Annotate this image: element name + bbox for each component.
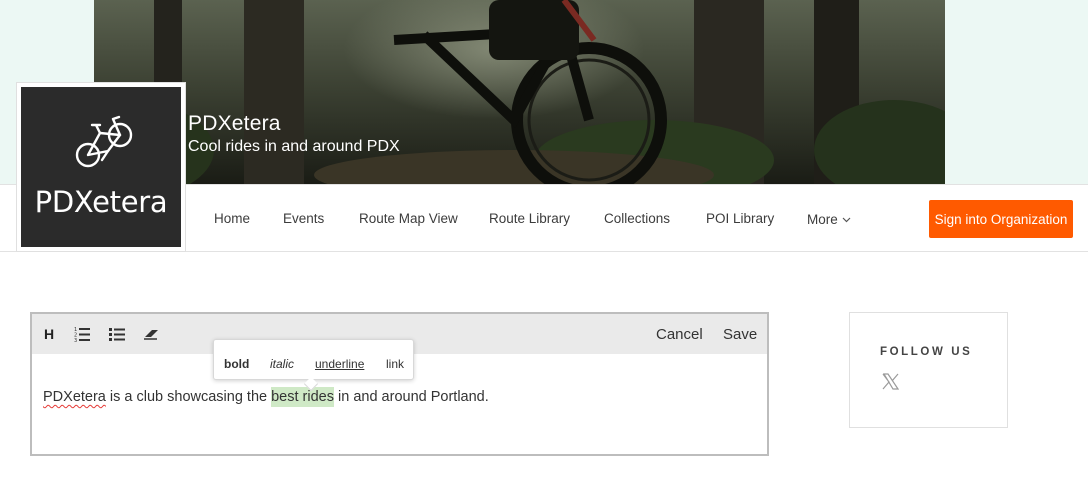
logo-background: PDXetera (21, 87, 181, 247)
misspelled-word: PDXetera (43, 389, 106, 405)
content-text-before: is a club showcasing the (105, 389, 272, 405)
org-logo[interactable]: PDXetera (16, 82, 186, 252)
format-underline-button[interactable]: underline (315, 357, 364, 371)
follow-us-title: FOLLOW US (880, 346, 973, 358)
format-italic-button[interactable]: italic (270, 357, 294, 371)
svg-text:3: 3 (74, 338, 77, 342)
nav-collections[interactable]: Collections (604, 211, 670, 226)
chevron-down-icon (842, 211, 851, 226)
sign-into-organization-button[interactable]: Sign into Organization (929, 200, 1073, 238)
follow-us-card: FOLLOW US (849, 312, 1008, 428)
nav-more-label: More (807, 212, 838, 227)
selected-text: best rides (271, 387, 334, 407)
nav-events[interactable]: Events (283, 211, 324, 226)
cancel-button[interactable]: Cancel (656, 326, 703, 343)
nav-poi-library[interactable]: POI Library (706, 211, 774, 226)
bullet-list-icon[interactable] (108, 325, 126, 343)
x-logo-icon[interactable] (882, 373, 900, 395)
logo-wordmark: PDXetera (34, 185, 168, 219)
content-text-after: in and around Portland. (333, 389, 489, 405)
nav-home[interactable]: Home (214, 211, 250, 226)
eraser-icon[interactable] (143, 325, 161, 343)
nav-route-map-view[interactable]: Route Map View (359, 211, 458, 226)
org-name: PDXetera (188, 112, 281, 135)
editor-content[interactable]: PDXetera is a club showcasing the best r… (43, 387, 489, 407)
format-bold-button[interactable]: bold (224, 357, 249, 371)
format-popup: bold italic underline link (213, 339, 414, 392)
cover-photo (94, 0, 945, 184)
heading-button[interactable]: H (40, 325, 58, 343)
nav-route-library[interactable]: Route Library (489, 211, 570, 226)
nav-more[interactable]: More (807, 211, 851, 227)
org-tagline: Cool rides in and around PDX (188, 138, 400, 155)
format-link-button[interactable]: link (386, 357, 404, 371)
rich-text-editor: H 123 Cancel Save PDXetera is a club sho… (30, 312, 769, 456)
bicycle-icon (75, 115, 133, 168)
save-button[interactable]: Save (723, 326, 757, 343)
ordered-list-icon[interactable]: 123 (73, 325, 91, 343)
